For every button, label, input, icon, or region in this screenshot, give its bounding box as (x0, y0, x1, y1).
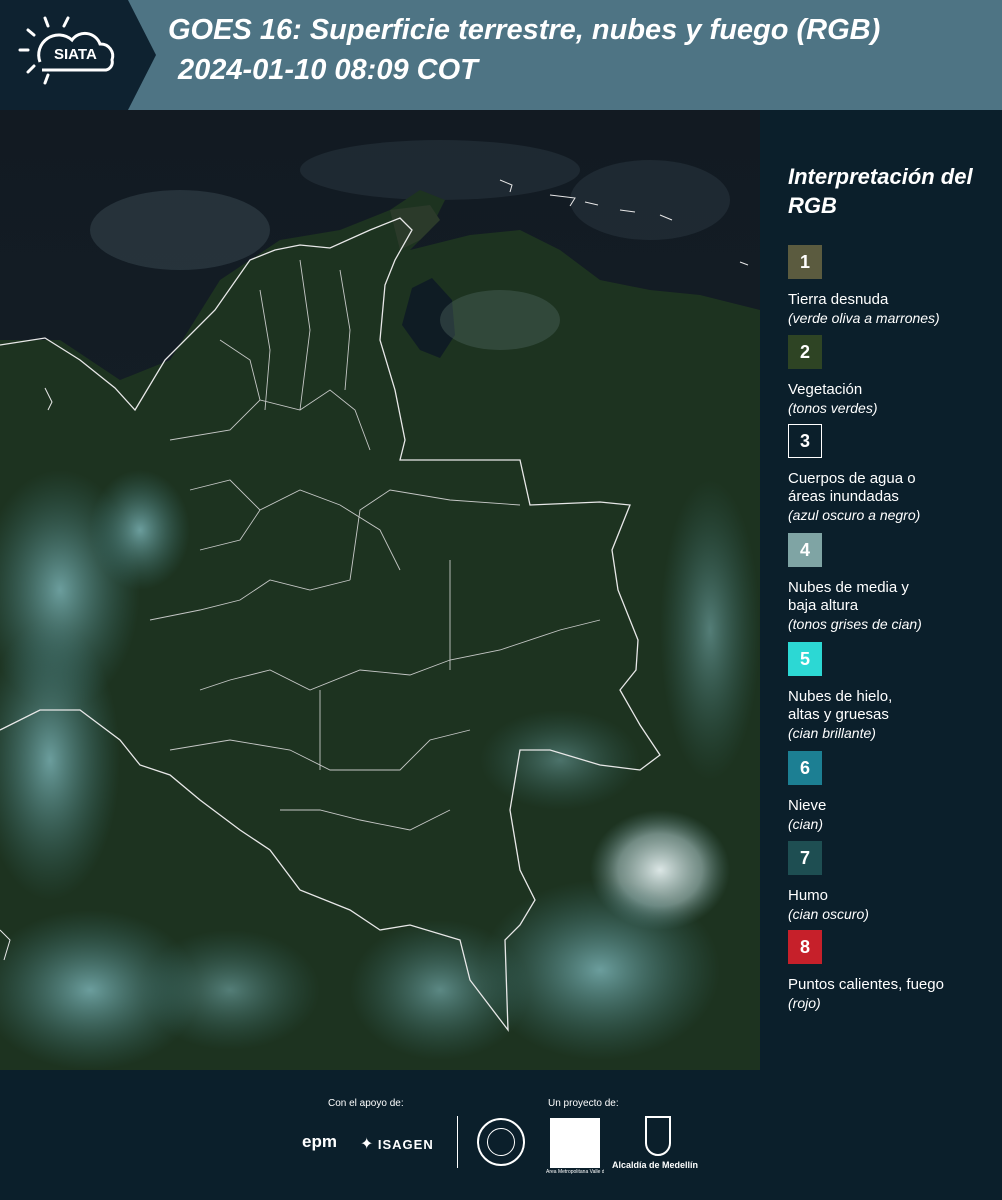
legend-label-8: Puntos calientes, fuego (788, 976, 944, 993)
isagen-icon: ✦ (360, 1136, 374, 1153)
legend-desc-6: (cian) (788, 816, 824, 832)
legend-swatch-7: 7 (788, 841, 822, 875)
legend-swatch-5: 5 (788, 642, 822, 676)
page-title: GOES 16: Superficie terrestre, nubes y f… (168, 14, 881, 46)
legend-desc-5: (cian brillante) (788, 725, 876, 741)
page-timestamp: 2024-01-10 08:09 COT (178, 54, 478, 86)
area-metropolitana-logo (550, 1118, 600, 1168)
legend-swatch-1: 1 (788, 245, 822, 279)
footer-divider (457, 1116, 458, 1168)
medellin-shield-icon (645, 1116, 671, 1156)
legend-title: Interpretación del RGB (788, 164, 973, 218)
legend-label-6: Nieve (788, 797, 827, 814)
legend-desc-2: (tonos verdes) (788, 400, 878, 416)
legend-item-3: 3 Cuerpos de agua o áreas inundadas (azu… (788, 424, 998, 524)
isagen-logo-text: ISAGEN (377, 1137, 434, 1152)
siata-logo-text: SIATA (54, 46, 97, 63)
legend-label-2: Vegetación (788, 381, 863, 398)
legend-swatch-3: 3 (788, 424, 822, 458)
satellite-map[interactable] (0, 110, 760, 1070)
legend-item-7: 7 Humo (cian oscuro) (788, 841, 998, 923)
legend-label-1: Tierra desnuda (788, 291, 889, 308)
university-seal-icon (477, 1118, 525, 1166)
siata-logo: SIATA (0, 0, 158, 110)
legend-desc-3: (azul oscuro a negro) (788, 507, 921, 523)
legend-item-5: 5 Nubes de hielo, altas y gruesas (cian … (788, 642, 998, 742)
legend-desc-7: (cian oscuro) (788, 906, 869, 922)
support-label: Con el apoyo de: (328, 1098, 404, 1109)
legend-label-3: Cuerpos de agua o áreas inundadas (788, 470, 916, 505)
legend-label-7: Humo (788, 887, 829, 904)
legend-label-5: Nubes de hielo, altas y gruesas (788, 688, 893, 723)
footer: Con el apoyo de: Un proyecto de: epm ✦ I… (0, 1070, 1002, 1200)
legend-panel: Interpretación del RGB 1 Tierra desnuda … (760, 110, 1002, 1070)
area-metropolitana-text: Área Metropolitana Valle de Aburrá (546, 1169, 604, 1175)
satellite-image (0, 110, 760, 1070)
legend-desc-8: (rojo) (788, 995, 821, 1011)
legend-item-2: 2 Vegetación (tonos verdes) (788, 335, 998, 417)
legend-item-8: 8 Puntos calientes, fuego (rojo) (788, 930, 998, 1012)
legend-swatch-4: 4 (788, 533, 822, 567)
legend-desc-1: (verde oliva a marrones) (788, 310, 940, 326)
legend-swatch-2: 2 (788, 335, 822, 369)
header: SIATA GOES 16: Superficie terrestre, nub… (0, 0, 1002, 110)
project-label: Un proyecto de: (548, 1098, 619, 1109)
legend-label-4: Nubes de media y baja altura (788, 579, 909, 614)
legend-item-6: 6 Nieve (cian) (788, 751, 998, 833)
legend-swatch-8: 8 (788, 930, 822, 964)
legend-desc-4: (tonos grises de cian) (788, 616, 922, 632)
isagen-logo: ✦ ISAGEN (360, 1134, 434, 1154)
alcaldia-medellin-text: Alcaldía de Medellín (612, 1160, 699, 1170)
legend-item-4: 4 Nubes de media y baja altura (tonos gr… (788, 533, 998, 633)
epm-logo: epm (302, 1132, 337, 1151)
legend-swatch-6: 6 (788, 751, 822, 785)
legend-item-1: 1 Tierra desnuda (verde oliva a marrones… (788, 245, 998, 327)
